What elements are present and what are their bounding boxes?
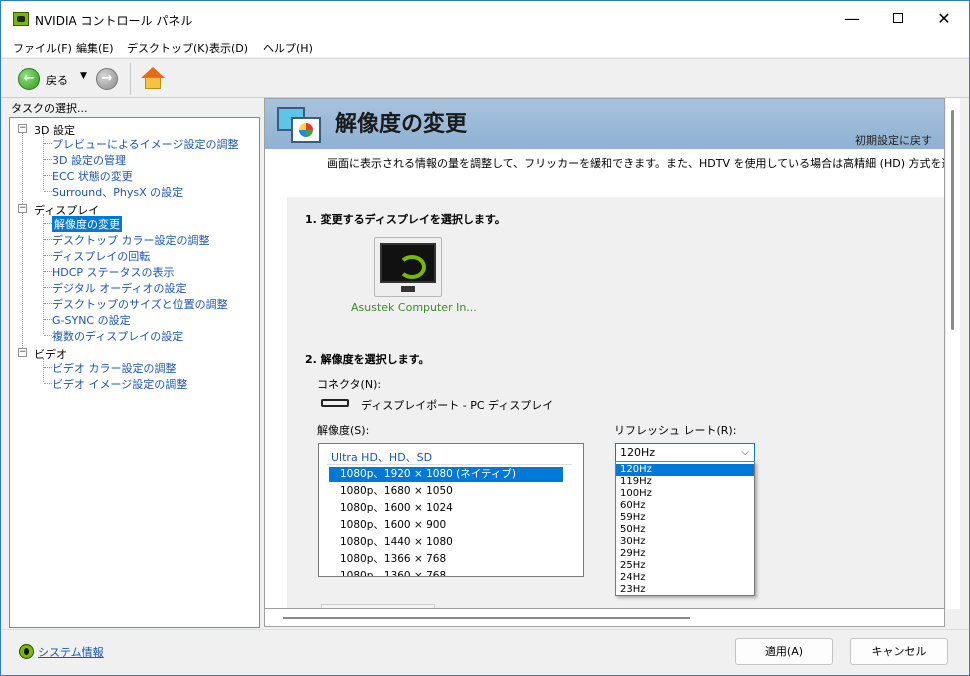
horizontal-scroll-thumb[interactable] — [283, 617, 690, 619]
displayport-icon — [321, 399, 349, 407]
task-tree: − 3D 設定 プレビューによるイメージ設定の調整 3D 設定の管理 ECC 状… — [9, 117, 260, 628]
maximize-icon — [893, 13, 903, 23]
refresh-option[interactable]: 120Hz — [616, 464, 754, 476]
refresh-rate-dropdown[interactable]: 120Hz 119Hz 100Hz 60Hz 59Hz 50Hz 30Hz 29… — [615, 461, 755, 596]
back-arrow-icon[interactable]: ← — [18, 68, 40, 90]
menu-edit[interactable]: 編集(E) — [76, 40, 114, 56]
tree-item-gsync[interactable]: G-SYNC の設定 — [52, 312, 131, 328]
menu-file[interactable]: ファイル(F) — [13, 40, 72, 56]
page-banner: 解像度の変更 初期設定に戻す — [265, 99, 944, 149]
task-pane-header: タスクの選択... — [11, 102, 88, 115]
resolution-option[interactable]: 1080p、1440 × 1080 — [329, 535, 563, 550]
bottom-bar: システム情報 適用(A) キャンセル — [1, 629, 969, 675]
resolution-option[interactable]: 1080p、1360 × 768 — [329, 569, 563, 576]
resolution-option[interactable]: 1080p、1600 × 1024 — [329, 501, 563, 516]
refresh-option[interactable]: 119Hz — [616, 476, 754, 488]
menu-view[interactable]: 表示(D) — [209, 40, 248, 56]
cancel-button[interactable]: キャンセル — [850, 638, 948, 665]
refresh-rate-label: リフレッシュ レート(R): — [614, 424, 737, 437]
step2-heading: 2. 解像度を選択します。 — [305, 353, 430, 366]
maximize-button[interactable] — [875, 1, 921, 37]
resolution-option[interactable]: 1080p、1366 × 768 — [329, 552, 563, 567]
tree-item-preview-image[interactable]: プレビューによるイメージ設定の調整 — [52, 136, 238, 152]
title-bar: NVIDIA コントロール パネル — ✕ — [1, 1, 969, 37]
refresh-option[interactable]: 29Hz — [616, 548, 754, 560]
display-name[interactable]: Asustek Computer In... — [351, 301, 477, 314]
tree-item-video-color[interactable]: ビデオ カラー設定の調整 — [52, 360, 177, 376]
content-pane: 解像度の変更 初期設定に戻す 画面に表示される情報の量を調整して、フリッカーを緩… — [264, 98, 945, 609]
page-description: 画面に表示される情報の量を調整して、フリッカーを緩和できます。また、HDTV を… — [327, 157, 945, 170]
tree-item-hdcp-status[interactable]: HDCP ステータスの表示 — [52, 264, 175, 280]
tree-item-desktop-color[interactable]: デスクトップ カラー設定の調整 — [52, 232, 210, 248]
nvidia-logo-icon — [13, 12, 29, 26]
display-selector-asus[interactable] — [374, 237, 442, 297]
connector-label: コネクタ(N): — [317, 378, 382, 391]
connector-value: ディスプレイポート - PC ディスプレイ — [361, 399, 554, 412]
close-button[interactable]: ✕ — [921, 1, 967, 37]
system-info-link[interactable]: システム情報 — [38, 644, 104, 660]
history-dropdown-icon[interactable]: ▼ — [80, 71, 87, 81]
resolution-label: 解像度(S): — [317, 424, 370, 437]
content-horizontal-scrollbar[interactable] — [264, 609, 945, 627]
resolution-list[interactable]: Ultra HD、HD、SD 1080p、1920 × 1080 (ネイティブ)… — [318, 443, 584, 577]
refresh-rate-value: 120Hz — [620, 446, 656, 459]
tree-item-video-image[interactable]: ビデオ イメージ設定の調整 — [52, 376, 187, 392]
display-color-icon — [277, 105, 325, 145]
tree-item-change-resolution[interactable]: 解像度の変更 — [52, 216, 122, 232]
collapse-display-icon[interactable]: − — [18, 204, 27, 213]
refresh-option[interactable]: 24Hz — [616, 572, 754, 584]
tree-item-desktop-size-position[interactable]: デスクトップのサイズと位置の調整 — [52, 296, 228, 312]
minimize-button[interactable]: — — [829, 1, 875, 37]
content-vertical-scrollbar[interactable] — [946, 98, 960, 609]
apply-button[interactable]: 適用(A) — [735, 638, 833, 665]
refresh-option[interactable]: 100Hz — [616, 488, 754, 500]
collapse-3d-icon[interactable]: − — [18, 124, 27, 133]
tree-item-rotate-display[interactable]: ディスプレイの回転 — [52, 248, 150, 264]
menu-desktop[interactable]: デスクトップ(K) — [127, 40, 209, 56]
tree-item-multiple-displays[interactable]: 複数のディスプレイの設定 — [52, 328, 183, 344]
window-title: NVIDIA コントロール パネル — [35, 14, 193, 28]
vertical-scroll-thumb[interactable] — [951, 110, 954, 330]
step1-heading: 1. 変更するディスプレイを選択します。 — [305, 213, 506, 226]
refresh-option[interactable]: 25Hz — [616, 560, 754, 572]
page-title: 解像度の変更 — [335, 112, 468, 137]
toolbar-separator — [130, 63, 131, 95]
refresh-rate-select[interactable]: 120Hz ⌵ — [615, 443, 755, 462]
menu-help[interactable]: ヘルプ(H) — [263, 40, 313, 56]
resolution-option[interactable]: 1080p、1920 × 1080 (ネイティブ) — [329, 467, 563, 482]
back-button-label[interactable]: 戻る — [46, 72, 68, 88]
collapse-video-icon[interactable]: − — [18, 348, 27, 357]
restore-defaults-link[interactable]: 初期設定に戻す — [855, 132, 932, 148]
chevron-down-icon: ⌵ — [741, 447, 749, 458]
refresh-option[interactable]: 60Hz — [616, 500, 754, 512]
resolution-option[interactable]: 1080p、1600 × 900 — [329, 518, 563, 533]
tree-item-digital-audio[interactable]: デジタル オーディオの設定 — [52, 280, 187, 296]
system-info-icon[interactable] — [19, 644, 34, 659]
tree-item-ecc[interactable]: ECC 状態の変更 — [52, 168, 133, 184]
tree-item-3d-manage[interactable]: 3D 設定の管理 — [52, 152, 126, 168]
refresh-option[interactable]: 23Hz — [616, 584, 754, 596]
resolution-group-header: Ultra HD、HD、SD — [331, 451, 433, 464]
refresh-option[interactable]: 59Hz — [616, 512, 754, 524]
menu-bar: ファイル(F) 編集(E) デスクトップ(K) 表示(D) ヘルプ(H) — [1, 37, 969, 57]
refresh-option[interactable]: 30Hz — [616, 536, 754, 548]
main-window: NVIDIA コントロール パネル — ✕ ファイル(F) 編集(E) デスクト… — [0, 0, 970, 676]
toolbar: ← 戻る ▼ → — [1, 58, 969, 98]
tree-item-surround-physx[interactable]: Surround、PhysX の設定 — [52, 184, 183, 200]
resolution-option[interactable]: 1080p、1680 × 1050 — [329, 484, 563, 499]
monitor-icon — [380, 243, 436, 283]
forward-arrow-icon[interactable]: → — [96, 68, 118, 90]
refresh-option[interactable]: 50Hz — [616, 524, 754, 536]
home-icon[interactable] — [141, 67, 165, 89]
